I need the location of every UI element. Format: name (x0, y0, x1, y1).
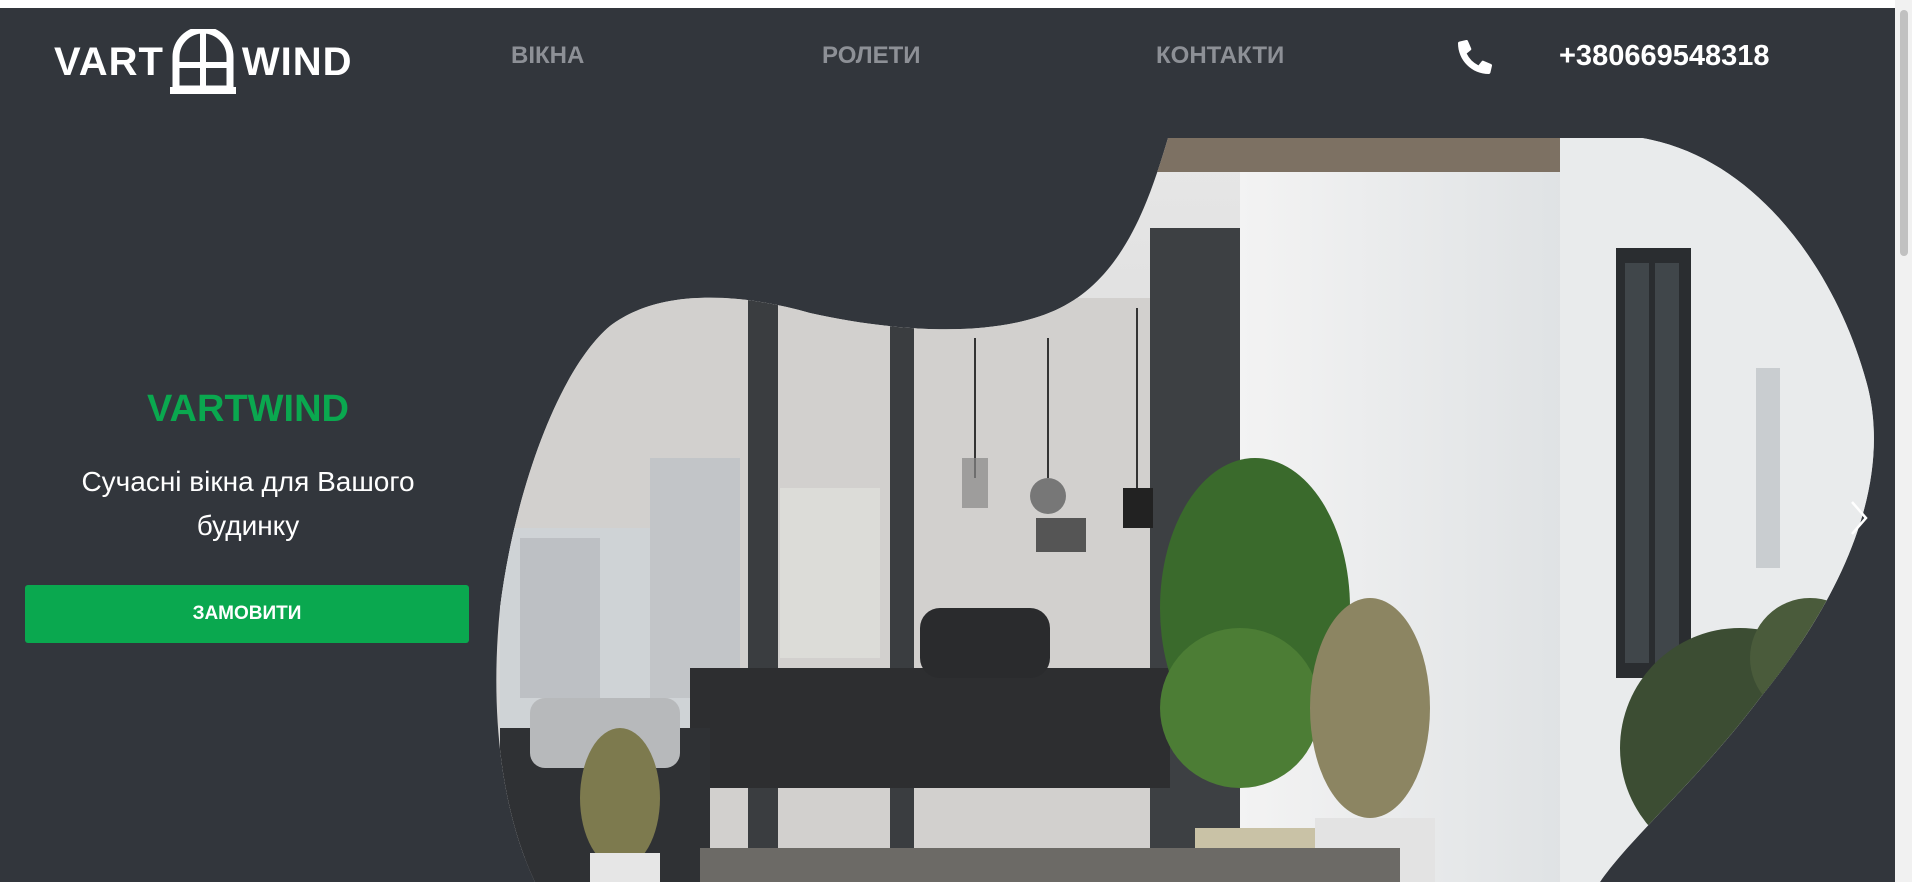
phone-number[interactable]: +380669548318 (1559, 40, 1769, 73)
order-button[interactable]: ЗАМОВИТИ (25, 585, 469, 643)
logo-text-left: VART (54, 39, 164, 84)
browser-top-strip (0, 0, 1912, 8)
hero-subtitle-line-1: Сучасні вікна для Вашого (81, 466, 415, 497)
scrollbar-thumb[interactable] (1900, 10, 1908, 256)
window-logo-icon (169, 29, 236, 94)
hero-subtitle-line-2: будинку (196, 510, 300, 541)
phone-icon[interactable] (1458, 40, 1492, 74)
logo[interactable]: VART WIND (54, 26, 353, 98)
hero-title: VARTWIND (147, 388, 349, 430)
hero-image (496, 138, 1874, 882)
hero-subtitle: Сучасні вікна для Вашого будинку (20, 460, 476, 548)
nav-link-windows[interactable]: ВІКНА (511, 42, 584, 70)
page: VART WIND ВІКНА РОЛЕТИ КОНТАКТИ +3806695… (0, 8, 1895, 882)
chevron-right-icon[interactable] (1846, 498, 1872, 538)
nav-link-contacts[interactable]: КОНТАКТИ (1156, 42, 1284, 70)
logo-text-right: WIND (241, 39, 353, 84)
scrollbar[interactable] (1895, 0, 1912, 882)
nav-link-shutters[interactable]: РОЛЕТИ (822, 42, 921, 70)
